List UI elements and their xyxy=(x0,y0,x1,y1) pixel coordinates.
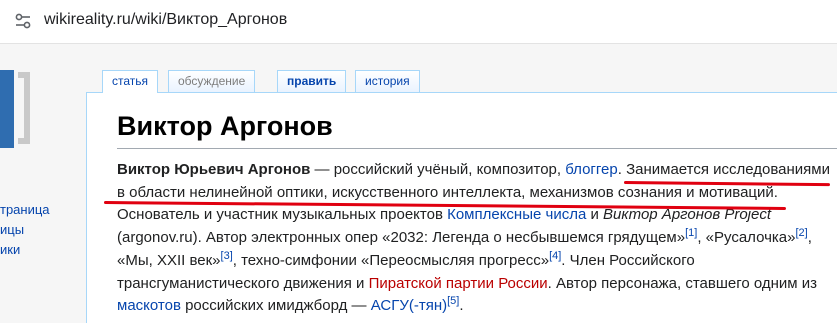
blogger-link[interactable]: блоггер xyxy=(565,161,617,178)
tab-edit[interactable]: править xyxy=(277,70,347,92)
address-bar[interactable]: wikireality.ru/wiki/Виктор_Аргонов xyxy=(0,0,837,44)
para-text-i: , техно-симфонии «Переосмысляя прогресс» xyxy=(232,251,550,269)
sidebar: траница ицы ики xyxy=(0,44,86,323)
ref-1[interactable]: [1] xyxy=(685,227,697,239)
title-divider xyxy=(117,148,837,149)
logo-bar xyxy=(0,70,14,148)
ref-5[interactable]: [5] xyxy=(447,295,459,307)
tab-history-label: история xyxy=(365,74,410,88)
ref-3[interactable]: [3] xyxy=(221,250,233,262)
para-text-f: (argonov.ru). Автор электронных опер «20… xyxy=(117,229,686,247)
para-text-k: . Автор персонажа, ставшего одним из xyxy=(547,274,818,292)
para-text-b: . xyxy=(617,161,627,178)
url-text[interactable]: wikireality.ru/wiki/Виктор_Аргонов xyxy=(44,11,287,29)
tab-article[interactable]: статья xyxy=(102,70,159,93)
tab-article-label: статья xyxy=(112,74,149,88)
logo-bracket xyxy=(18,72,30,144)
asgu-link[interactable]: АСГУ(-тян) xyxy=(371,297,447,314)
tab-discussion[interactable]: обсуждение xyxy=(168,70,256,92)
person-name: Виктор Юрьевич Аргонов xyxy=(117,161,311,178)
sidebar-item-main-page[interactable]: траница xyxy=(0,202,50,217)
para-text-e: и xyxy=(586,206,604,224)
page-title: Виктор Аргонов xyxy=(117,111,333,141)
site-settings-icon[interactable] xyxy=(14,12,32,30)
tab-edit-label: править xyxy=(287,74,337,88)
sidebar-item-pages[interactable]: ицы xyxy=(0,222,24,237)
para-text-l: российских имиджборд — xyxy=(180,297,371,315)
mascots-link[interactable]: маскотов xyxy=(117,297,181,314)
tab-discussion-label: обсуждение xyxy=(178,74,246,88)
para-text-a: — российский учёный, композитор, xyxy=(310,161,566,178)
pirate-party-link[interactable]: Пиратской партии России xyxy=(369,275,548,292)
complex-numbers-link[interactable]: Комплексные числа xyxy=(447,206,586,223)
ref-2[interactable]: [2] xyxy=(796,227,808,239)
para-text-g: , «Русалочка» xyxy=(697,229,796,247)
para-text-d: Основатель и участник музыкальных проект… xyxy=(117,206,448,224)
ref-4[interactable]: [4] xyxy=(549,250,561,262)
para-text-m: . xyxy=(459,297,464,315)
site-logo[interactable] xyxy=(0,70,36,148)
sidebar-item-wiki[interactable]: ики xyxy=(0,242,20,257)
tab-history[interactable]: история xyxy=(355,70,420,92)
